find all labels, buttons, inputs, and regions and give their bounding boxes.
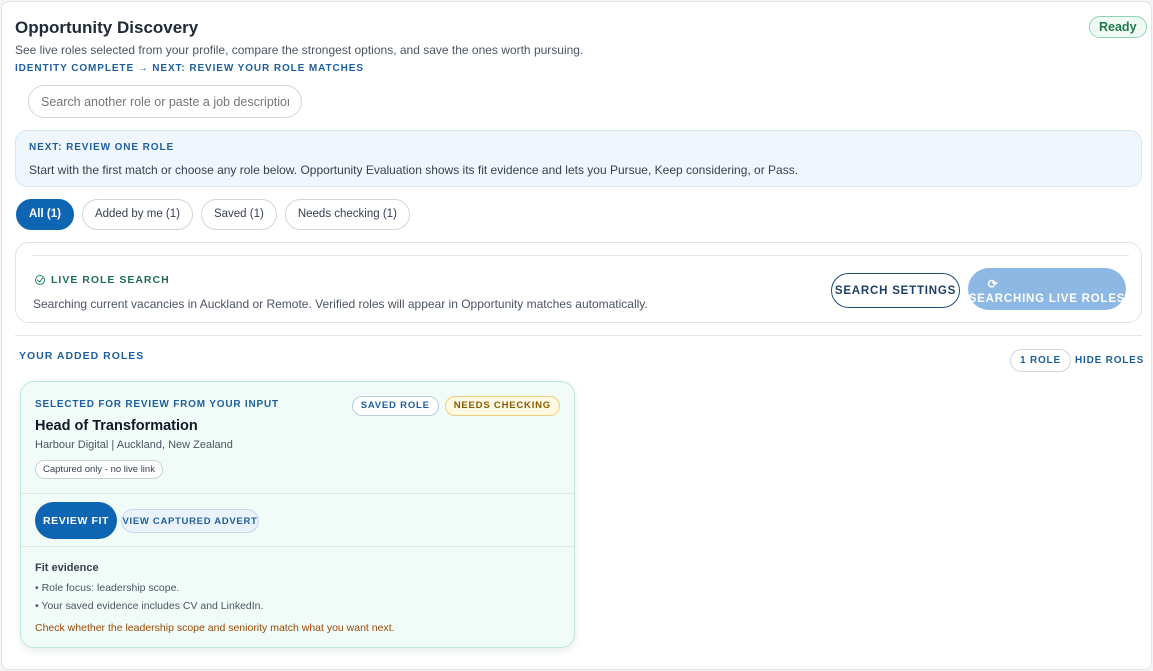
section-divider — [15, 335, 1142, 336]
view-captured-advert-button[interactable]: VIEW CAPTURED ADVERT — [121, 509, 259, 533]
next-step-text: Start with the first match or choose any… — [29, 163, 799, 177]
role-title: Head of Transformation — [35, 418, 198, 434]
refresh-icon: ⟳ — [987, 277, 999, 291]
page-title: Opportunity Discovery — [15, 18, 199, 37]
role-card-kicker: SELECTED FOR REVIEW FROM YOUR INPUT — [35, 399, 279, 410]
fit-evidence-title: Fit evidence — [35, 562, 99, 574]
role-search-input[interactable] — [28, 85, 302, 118]
filter-chips: All (1) Added by me (1) Saved (1) Needs … — [16, 199, 410, 230]
searching-live-roles-button[interactable]: ⟳ SEARCHING LIVE ROLES — [968, 268, 1126, 310]
next-step-kicker: NEXT: REVIEW ONE ROLE — [29, 142, 175, 153]
filter-all[interactable]: All (1) — [16, 199, 74, 230]
fit-evidence-item: • Role focus: leadership scope. — [35, 582, 180, 594]
role-company-location: Harbour Digital | Auckland, New Zealand — [35, 439, 233, 451]
live-search-kicker-label: LIVE ROLE SEARCH — [51, 274, 170, 286]
role-count-badge: 1 ROLE — [1010, 349, 1071, 372]
status-badge: Ready — [1089, 16, 1147, 38]
opportunity-discovery-panel: Opportunity Discovery Ready See live rol… — [1, 1, 1152, 670]
fit-evidence-item: • Your saved evidence includes CV and Li… — [35, 600, 264, 612]
progress-stage: IDENTITY COMPLETE → NEXT: REVIEW YOUR RO… — [15, 63, 364, 74]
filter-saved[interactable]: Saved (1) — [200, 199, 277, 230]
check-circle-icon — [35, 275, 45, 285]
added-roles-title: YOUR ADDED ROLES — [19, 350, 145, 362]
card-divider — [21, 546, 574, 547]
captured-only-tag: Captured only - no live link — [35, 460, 163, 479]
role-card: SELECTED FOR REVIEW FROM YOUR INPUT SAVE… — [20, 381, 575, 648]
fit-evidence-warning: Check whether the leadership scope and s… — [35, 622, 395, 634]
page-subtitle: See live roles selected from your profil… — [15, 43, 584, 57]
saved-role-badge: SAVED ROLE — [351, 396, 439, 416]
role-badges: SAVED ROLE NEEDS CHECKING — [351, 396, 560, 416]
review-fit-button[interactable]: REVIEW FIT — [35, 502, 117, 539]
live-search-description: Searching current vacancies in Auckland … — [33, 297, 648, 311]
live-role-search-panel: LIVE ROLE SEARCH Searching current vacan… — [15, 242, 1142, 323]
live-panel-divider — [32, 255, 1129, 256]
search-settings-button[interactable]: SEARCH SETTINGS — [831, 273, 960, 308]
filter-added-by-me[interactable]: Added by me (1) — [81, 199, 193, 230]
hide-roles-link[interactable]: HIDE ROLES — [1075, 355, 1144, 366]
live-search-kicker: LIVE ROLE SEARCH — [35, 274, 170, 286]
filter-needs-checking[interactable]: Needs checking (1) — [284, 199, 410, 230]
needs-checking-badge: NEEDS CHECKING — [444, 396, 560, 416]
card-divider — [21, 493, 574, 494]
searching-live-roles-label: SEARCHING LIVE ROLES — [968, 293, 1126, 305]
next-step-callout: NEXT: REVIEW ONE ROLE Start with the fir… — [15, 130, 1142, 187]
